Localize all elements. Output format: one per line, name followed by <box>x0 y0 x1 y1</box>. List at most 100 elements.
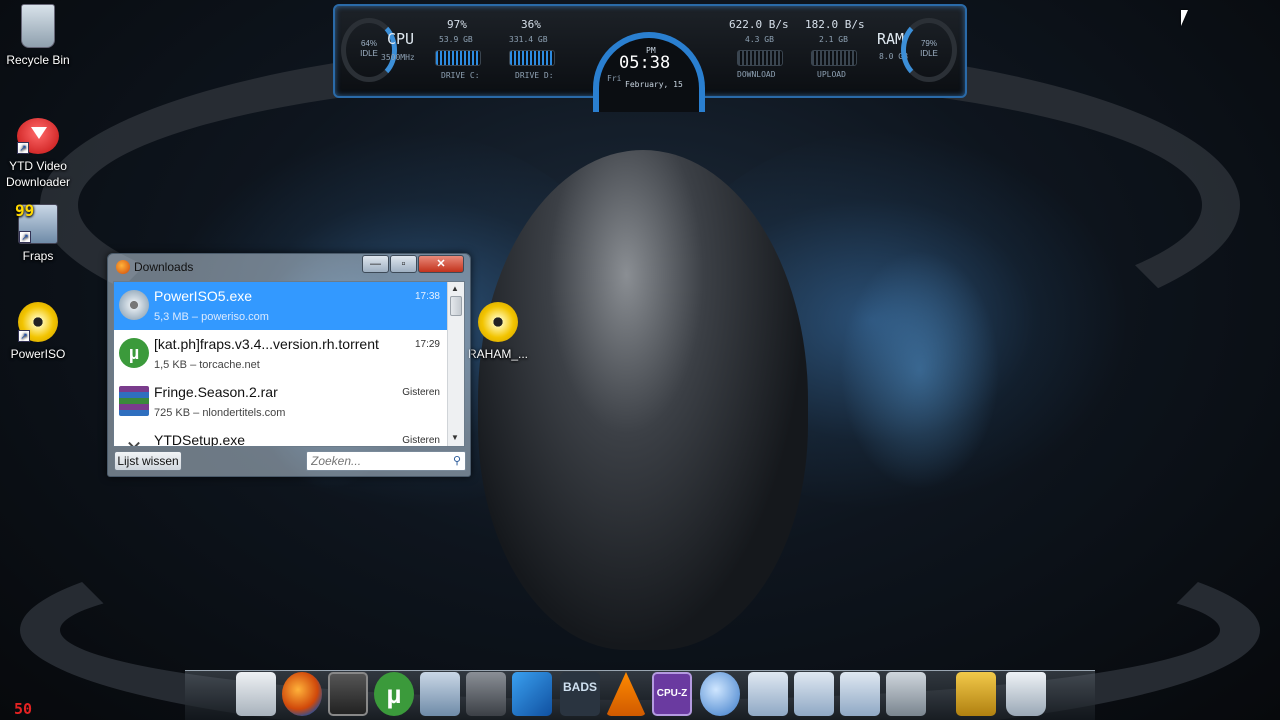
download-speed: 622.0 B/s <box>729 18 789 31</box>
drive-d-usage-bar <box>509 50 555 66</box>
ram-idle-dial: 79% IDLE <box>901 18 957 82</box>
firefox-icon <box>116 260 130 274</box>
downloads-window[interactable]: Downloads — ▫ ✕ PowerISO5.exe 5,3 MB – p… <box>107 253 471 477</box>
clear-list-button[interactable]: Lijst wissen <box>114 451 182 471</box>
fraps-icon[interactable] <box>420 672 460 716</box>
drive-c-size: 53.9 GB <box>439 35 473 44</box>
desktop-icon-label: Fraps <box>22 249 54 263</box>
download-filename: Fringe.Season.2.rar <box>154 384 278 400</box>
winrar-icon <box>119 386 149 416</box>
folder-icon[interactable] <box>794 672 834 716</box>
scroll-up-arrow-icon[interactable]: ▲ <box>451 284 459 293</box>
network-icon[interactable] <box>700 672 740 716</box>
download-time: Gisteren <box>402 435 440 446</box>
utorrent-icon[interactable]: µ <box>374 672 414 716</box>
cpu-label: CPU <box>387 30 415 48</box>
download-meta: 1,5 KB – torcache.net <box>154 359 260 371</box>
poweriso-disc-icon: ↗ <box>18 302 58 342</box>
drive-c-usage-bar <box>435 50 481 66</box>
wallpaper-glow <box>840 250 1000 490</box>
media-player-icon[interactable] <box>328 672 368 716</box>
recycle-bin-icon <box>21 4 55 48</box>
clock-time: 05:38 <box>619 53 671 73</box>
setup-icon: ✕ <box>119 434 149 446</box>
download-meta: 725 KB – nlondertitels.com <box>154 407 286 419</box>
desktop-icon-disc-image[interactable]: RAHAM_... <box>460 302 536 362</box>
download-filename: [kat.ph]fraps.v3.4...version.rh.torrent <box>154 336 379 352</box>
cpu-idle-value: 64% <box>360 39 377 48</box>
download-meta: 5,3 MB – poweriso.com <box>154 311 269 323</box>
scrollbar[interactable]: ▲ ▼ <box>447 282 464 446</box>
download-item[interactable]: ✕ YTDSetup.exe Gisteren <box>114 426 448 446</box>
upload-activity-bar <box>811 50 857 66</box>
disc-image-icon <box>478 302 518 342</box>
arrow-app-icon[interactable] <box>512 672 552 716</box>
tools-icon[interactable] <box>886 672 926 716</box>
ram-label: RAM <box>877 30 905 48</box>
download-filename: PowerISO5.exe <box>154 288 253 304</box>
minimize-button[interactable]: — <box>362 255 389 273</box>
cpuz-icon[interactable]: CPU-Z <box>652 672 692 716</box>
folder-icon[interactable] <box>840 672 880 716</box>
search-input[interactable] <box>307 452 447 470</box>
upload-speed: 182.0 B/s <box>805 18 865 31</box>
upload-total: 2.1 GB <box>819 35 848 44</box>
clock-widget: PM 05:38 Fri February, 15 <box>593 32 705 112</box>
desktop-icon-ytd[interactable]: ↗ YTD Video Downloader <box>0 118 76 190</box>
cpu-idle-dial: 64% IDLE <box>341 18 397 82</box>
bads-icon[interactable]: BADS <box>560 672 600 716</box>
utorrent-icon: µ <box>119 338 149 368</box>
drive-d-label: DRIVE D: <box>515 71 554 80</box>
download-time: 17:29 <box>414 339 440 350</box>
downloads-list[interactable]: PowerISO5.exe 5,3 MB – poweriso.com 17:3… <box>113 281 465 447</box>
desktop-icon-poweriso[interactable]: ↗ PowerISO <box>0 302 76 362</box>
download-item[interactable]: µ [kat.ph]fraps.v3.4...version.rh.torren… <box>114 330 448 378</box>
download-time: 17:38 <box>414 291 440 302</box>
ytd-icon: ↗ <box>17 118 59 154</box>
tools-icon[interactable] <box>956 672 996 716</box>
desktop-icon-label: RAHAM_... <box>467 347 528 361</box>
upload-label: UPLOAD <box>817 70 846 79</box>
system-monitor-gadget[interactable]: 64% IDLE CPU 3500MHz 97% 53.9 GB DRIVE C… <box>333 4 967 112</box>
fraps-icon: ↗ <box>15 201 58 244</box>
ram-idle-value: 79% <box>920 39 937 48</box>
shortcut-arrow-icon: ↗ <box>19 231 31 243</box>
desktop-icon-label: PowerISO <box>10 347 66 361</box>
clock-date: February, 15 <box>625 80 683 89</box>
window-titlebar[interactable]: Downloads — ▫ ✕ <box>108 254 470 280</box>
ram-idle-label: IDLE <box>920 49 938 58</box>
game-icon[interactable] <box>466 672 506 716</box>
cpu-speed: 3500MHz <box>381 53 415 62</box>
installer-icon <box>119 290 149 320</box>
search-field[interactable]: ⚲ <box>306 451 466 471</box>
download-item[interactable]: Fringe.Season.2.rar 725 KB – nlondertite… <box>114 378 448 426</box>
drive-d-percent: 36% <box>521 18 541 31</box>
drive-d-size: 331.4 GB <box>509 35 548 44</box>
desktop-icon-label: Recycle Bin <box>6 53 70 67</box>
document-icon[interactable] <box>236 672 276 716</box>
wallpaper-alien-head <box>478 150 808 650</box>
close-button[interactable]: ✕ <box>418 255 464 273</box>
download-activity-bar <box>737 50 783 66</box>
fps-counter: 50 <box>14 700 33 718</box>
firefox-icon[interactable] <box>282 672 322 716</box>
desktop-icon-fraps[interactable]: ↗ Fraps <box>0 201 76 264</box>
download-item[interactable]: PowerISO5.exe 5,3 MB – poweriso.com 17:3… <box>114 282 448 330</box>
download-time: Gisteren <box>402 387 440 398</box>
search-icon[interactable]: ⚲ <box>453 454 461 467</box>
scroll-down-arrow-icon[interactable]: ▼ <box>451 433 459 442</box>
mouse-cursor-icon <box>1181 10 1188 26</box>
download-label: DOWNLOAD <box>737 70 776 79</box>
scroll-thumb[interactable] <box>450 296 462 316</box>
folder-icon[interactable] <box>748 672 788 716</box>
shortcut-arrow-icon: ↗ <box>17 142 29 154</box>
drive-c-percent: 97% <box>447 18 467 31</box>
desktop-icon-recycle-bin[interactable]: Recycle Bin <box>0 4 76 68</box>
drive-c-label: DRIVE C: <box>441 71 480 80</box>
download-total: 4.3 GB <box>745 35 774 44</box>
wallpaper-glow <box>660 130 1130 510</box>
maximize-button[interactable]: ▫ <box>390 255 417 273</box>
recycle-bin-icon[interactable] <box>1006 672 1046 716</box>
clock-day: Fri <box>607 74 622 83</box>
cpu-idle-label: IDLE <box>360 49 378 58</box>
